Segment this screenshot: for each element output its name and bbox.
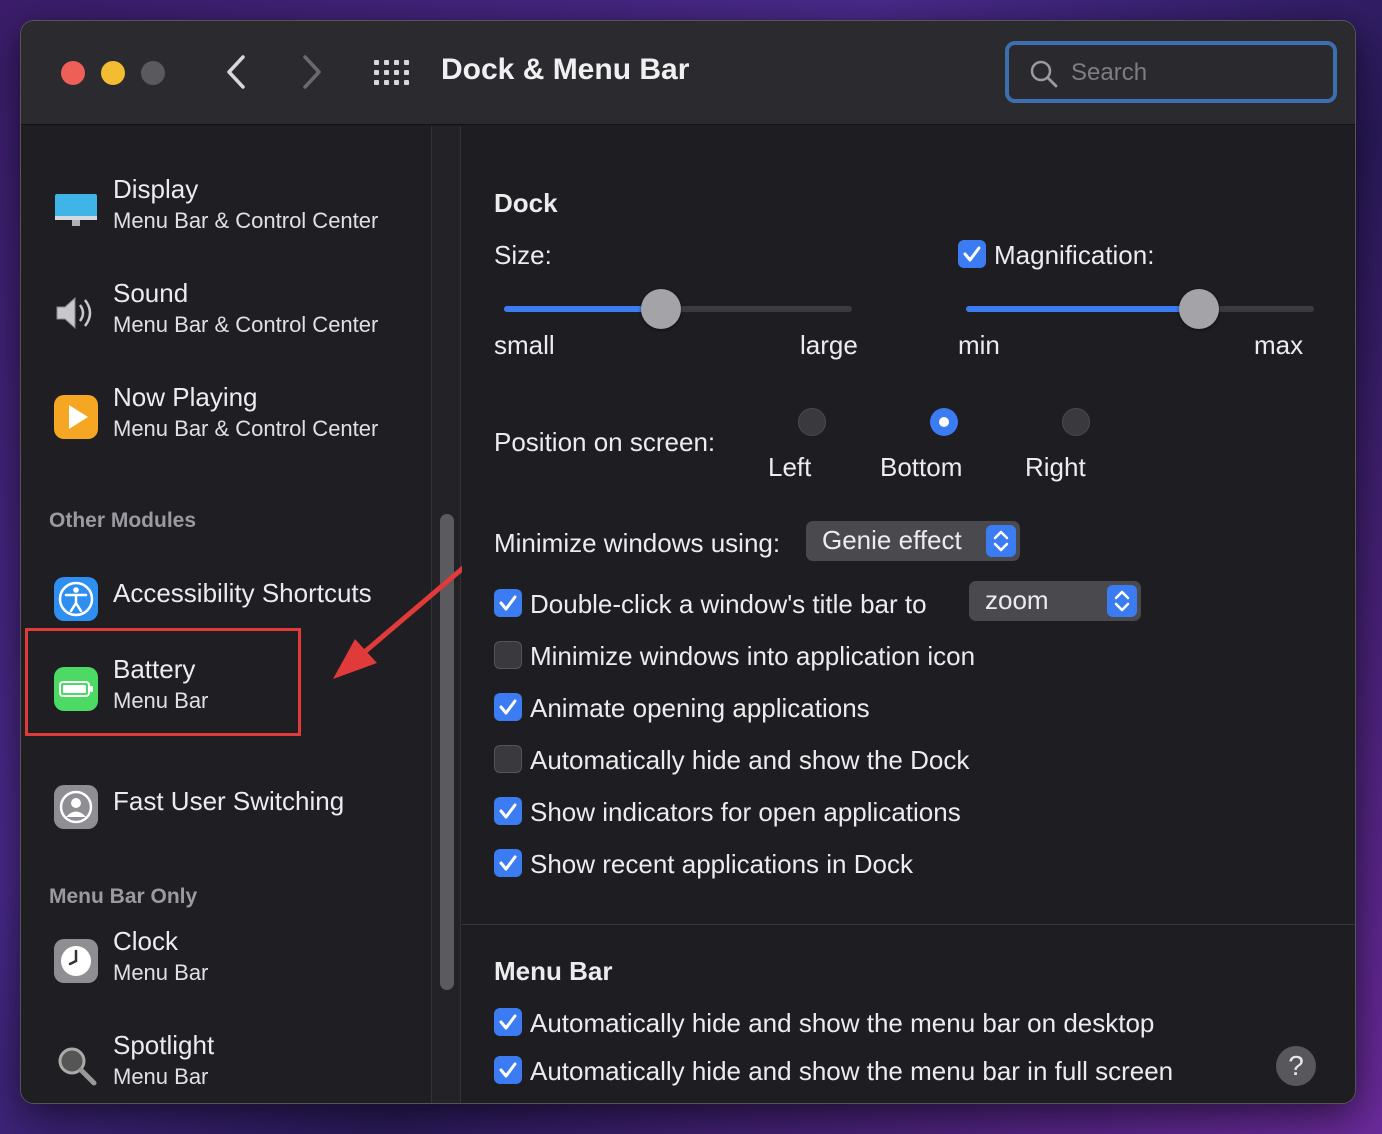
mag-max-label: max xyxy=(1254,330,1304,360)
dock-option-label-2: Automatically hide and show the Dock xyxy=(530,745,970,775)
show-all-grid-icon[interactable] xyxy=(373,59,411,87)
accessibility-icon xyxy=(54,577,98,621)
sidebar-item-now-playing[interactable]: Now Playing Menu Bar & Control Center xyxy=(51,382,411,462)
sidebar-item-clock[interactable]: Clock Menu Bar xyxy=(51,926,411,1006)
sidebar-item-title: Spotlight xyxy=(113,1030,215,1060)
other-modules-header: Other Modules xyxy=(49,509,197,532)
spotlight-icon xyxy=(58,1047,97,1086)
checkmark-icon xyxy=(499,1062,517,1078)
minimize-button[interactable] xyxy=(101,61,125,85)
dock-option-checkbox-0[interactable] xyxy=(494,641,522,669)
menu-bar-only-header: Menu Bar Only xyxy=(49,885,198,908)
sidebar-item-title: Sound xyxy=(113,278,189,308)
sidebar-item-subtitle: Menu Bar & Control Center xyxy=(113,208,379,233)
sidebar-item-fast-user-switching[interactable]: Fast User Switching xyxy=(51,772,411,852)
mag-min-label: min xyxy=(958,330,1000,360)
help-button[interactable]: ? xyxy=(1276,1046,1316,1086)
menubar-option-label-0: Automatically hide and show the menu bar… xyxy=(530,1008,1155,1038)
search-input[interactable] xyxy=(1071,55,1321,91)
chevron-updown-icon xyxy=(986,525,1016,557)
minimize-effect-popup[interactable]: Genie effect xyxy=(806,521,1020,561)
size-slider-fill xyxy=(504,306,661,312)
battery-highlight-annotation xyxy=(25,628,301,736)
dock-option-label-3: Show indicators for open applications xyxy=(530,797,961,827)
dock-option-checkbox-1[interactable] xyxy=(494,693,522,721)
checkmark-icon xyxy=(499,595,517,611)
checkmark-icon xyxy=(499,855,517,871)
checkmark-icon xyxy=(499,803,517,819)
double-click-action-popup[interactable]: zoom xyxy=(969,581,1141,621)
zoom-button[interactable] xyxy=(141,61,165,85)
magnification-label: Magnification: xyxy=(994,240,1155,270)
chevron-updown-icon xyxy=(1107,585,1137,617)
minimize-effect-value: Genie effect xyxy=(822,525,962,555)
position-right-label: Right xyxy=(1025,452,1086,482)
magnification-slider-fill xyxy=(966,306,1200,312)
back-arrow-icon[interactable] xyxy=(221,51,251,93)
clock-icon xyxy=(54,939,98,983)
display-icon xyxy=(55,194,97,226)
position-bottom-label: Bottom xyxy=(880,452,963,482)
sidebar-item-title: Now Playing xyxy=(113,382,258,412)
sidebar-item-display[interactable]: Display Menu Bar & Control Center xyxy=(51,174,411,254)
close-button[interactable] xyxy=(61,61,85,85)
size-slider-knob[interactable] xyxy=(640,289,681,329)
magnification-slider-knob[interactable] xyxy=(1179,289,1220,329)
checkmark-icon xyxy=(963,246,981,262)
size-max-label: large xyxy=(800,330,858,360)
dock-option-label-0: Minimize windows into application icon xyxy=(530,641,976,671)
checkmark-icon xyxy=(499,699,517,715)
dock-option-checkbox-2[interactable] xyxy=(494,745,522,773)
dock-option-label-1: Animate opening applications xyxy=(530,693,870,723)
sidebar-item-subtitle: Menu Bar xyxy=(113,960,209,985)
position-label: Position on screen: xyxy=(494,427,716,457)
window-title: Dock & Menu Bar xyxy=(441,53,690,86)
position-bottom-radio[interactable] xyxy=(930,408,958,436)
size-slider[interactable] xyxy=(504,289,852,329)
position-left-label: Left xyxy=(768,452,812,482)
double-click-action-value: zoom xyxy=(985,585,1049,615)
minimize-using-label: Minimize windows using: xyxy=(494,528,781,558)
dock-option-checkbox-4[interactable] xyxy=(494,849,522,877)
dock-option-label-4: Show recent applications in Dock xyxy=(530,849,913,879)
position-right-radio[interactable] xyxy=(1062,408,1090,436)
speaker-icon xyxy=(56,296,92,330)
play-icon xyxy=(54,395,98,439)
search-field[interactable] xyxy=(1005,41,1337,103)
double-click-checkbox[interactable] xyxy=(494,589,522,617)
sidebar-item-subtitle: Menu Bar & Control Center xyxy=(113,312,379,337)
dock-option-checkbox-3[interactable] xyxy=(494,797,522,825)
double-click-label: Double-click a window's title bar to xyxy=(530,589,927,619)
sidebar-item-subtitle: Menu Bar xyxy=(113,1064,209,1089)
position-left-radio[interactable] xyxy=(798,408,826,436)
radio-selected-dot xyxy=(939,417,949,427)
sidebar-item-title: Display xyxy=(113,174,199,204)
dock-section-title: Dock xyxy=(494,188,558,218)
forward-arrow-icon[interactable] xyxy=(297,51,327,93)
size-min-label: small xyxy=(494,330,555,360)
main-panel: Dock Size: small large Magnification: mi… xyxy=(462,126,1355,1103)
menubar-section-title: Menu Bar xyxy=(494,956,613,986)
section-divider xyxy=(462,924,1355,925)
sidebar-item-title: Fast User Switching xyxy=(113,786,345,816)
sidebar-item-title: Clock xyxy=(113,926,179,956)
menubar-option-checkbox-0[interactable] xyxy=(494,1008,522,1036)
titlebar: Dock & Menu Bar xyxy=(21,21,1355,125)
magnification-checkbox[interactable] xyxy=(958,240,986,268)
size-label: Size: xyxy=(494,240,552,270)
search-icon xyxy=(1030,60,1058,88)
checkmark-icon xyxy=(499,1014,517,1030)
magnification-slider[interactable] xyxy=(966,289,1314,329)
preferences-window: Dock & Menu Bar Display Menu Bar & Contr… xyxy=(20,20,1356,1104)
user-icon xyxy=(54,785,98,829)
sidebar-item-sound[interactable]: Sound Menu Bar & Control Center xyxy=(51,278,411,358)
menubar-option-label-1: Automatically hide and show the menu bar… xyxy=(530,1056,1174,1086)
annotation-arrow-icon xyxy=(333,560,472,679)
sidebar-item-subtitle: Menu Bar & Control Center xyxy=(113,416,379,441)
menubar-option-checkbox-1[interactable] xyxy=(494,1056,522,1084)
sidebar-item-spotlight[interactable]: Spotlight Menu Bar xyxy=(51,1030,411,1103)
